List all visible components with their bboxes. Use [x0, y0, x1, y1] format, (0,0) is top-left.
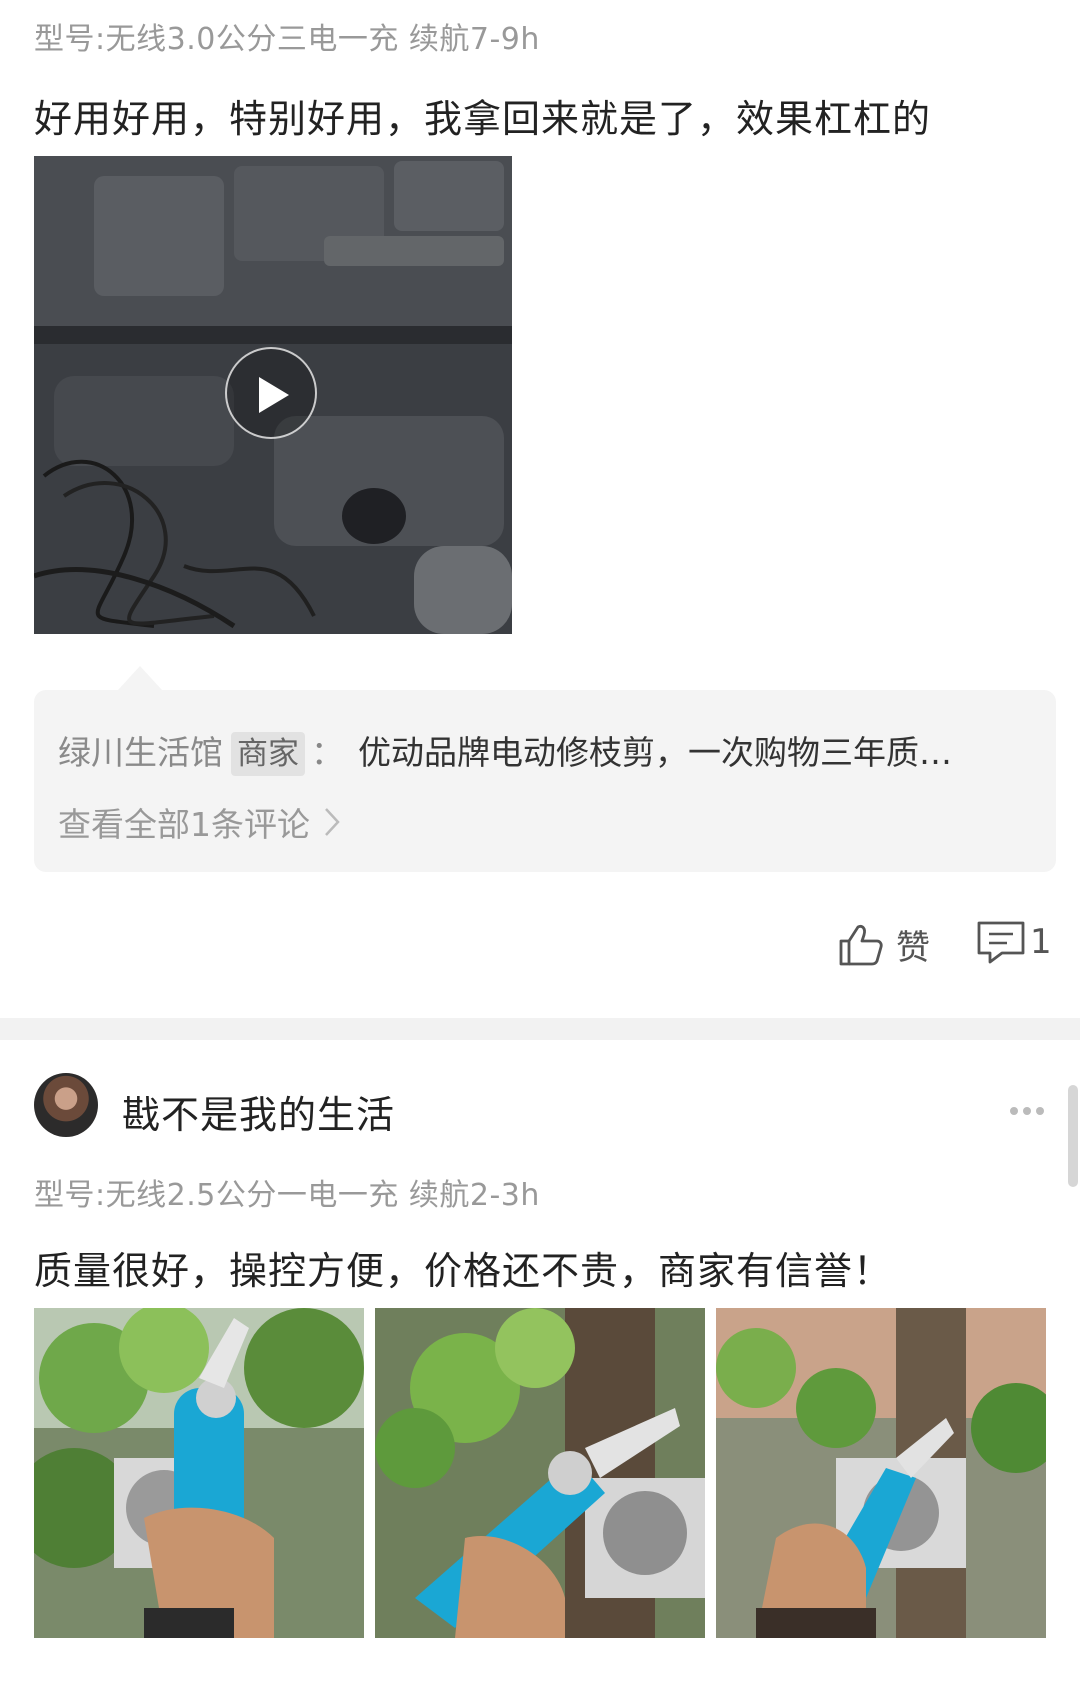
- review-text: 好用好用，特别好用，我拿回来就是了，效果杠杠的: [34, 97, 932, 141]
- review-video-thumbnail[interactable]: [34, 156, 512, 634]
- avatar[interactable]: [34, 1073, 98, 1137]
- reviewer-name[interactable]: 戡不是我的生活: [122, 1084, 395, 1139]
- scrollbar[interactable]: [1068, 1085, 1078, 1187]
- comment-icon: [977, 921, 1025, 964]
- reply-line: 绿川生活馆 商家： 优动品牌电动修枝剪，一次购物三年质…: [58, 726, 952, 776]
- play-icon: [259, 377, 289, 413]
- thumbs-up-icon: [839, 924, 883, 965]
- review-text: 质量很好，操控方便，价格还不贵，商家有信誉！: [34, 1249, 893, 1293]
- more-dot-icon: [1010, 1107, 1018, 1115]
- pruner-photo-image: [375, 1308, 705, 1638]
- merchant-reply[interactable]: 绿川生活馆 商家： 优动品牌电动修枝剪，一次购物三年质… 查看全部1条评论: [34, 690, 1056, 872]
- like-button[interactable]: 赞: [838, 920, 930, 969]
- review-photo[interactable]: [375, 1308, 705, 1638]
- more-options-button[interactable]: [1010, 1100, 1050, 1115]
- section-divider: [0, 1018, 1080, 1040]
- reply-text: 优动品牌电动修枝剪，一次购物三年质…: [358, 733, 952, 772]
- review-photo[interactable]: [716, 1308, 1046, 1638]
- pruner-photo-image: [716, 1308, 1046, 1638]
- like-label: 赞: [896, 928, 930, 968]
- comment-button[interactable]: 1: [976, 920, 1052, 964]
- product-spec: 型号:无线3.0公分三电一充 续航7-9h: [34, 22, 540, 57]
- reply-author[interactable]: 绿川生活馆: [58, 733, 223, 772]
- product-spec: 型号:无线2.5公分一电一充 续航2-3h: [34, 1178, 540, 1213]
- more-dot-icon: [1036, 1107, 1044, 1115]
- view-all-comments-link[interactable]: 查看全部1条评论: [58, 798, 340, 846]
- review-photo[interactable]: [34, 1308, 364, 1638]
- pruner-photo-image: [34, 1308, 364, 1638]
- comment-count: 1: [1030, 922, 1052, 962]
- reply-colon: ：: [311, 733, 344, 772]
- more-dot-icon: [1023, 1107, 1031, 1115]
- play-button[interactable]: [225, 347, 317, 439]
- chevron-right-icon: [325, 808, 340, 836]
- view-all-label: 查看全部1条评论: [58, 805, 310, 844]
- reply-pointer: [118, 666, 162, 690]
- merchant-badge: 商家: [231, 732, 305, 776]
